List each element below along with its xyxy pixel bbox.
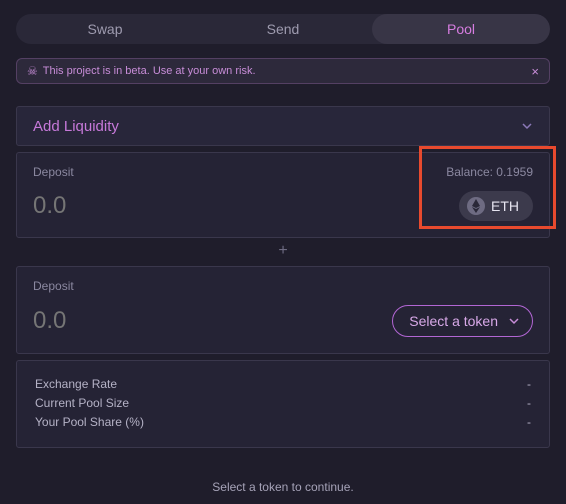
tab-pool[interactable]: Pool xyxy=(372,14,550,44)
chevron-down-icon xyxy=(508,315,520,327)
beta-warning-banner: ☠ This project is in beta. Use at your o… xyxy=(16,58,550,84)
pool-share-label: Your Pool Share (%) xyxy=(35,413,144,432)
exchange-rate-value: - xyxy=(527,375,531,394)
skull-icon: ☠ xyxy=(27,64,38,78)
plus-divider: + xyxy=(16,242,550,260)
deposit-label-1: Deposit xyxy=(33,165,74,179)
mode-tabs: Swap Send Pool xyxy=(16,14,550,44)
pool-info-panel: Exchange Rate - Current Pool Size - Your… xyxy=(16,360,550,448)
token-select-eth[interactable]: ETH xyxy=(459,191,533,221)
select-token-button[interactable]: Select a token xyxy=(392,305,533,337)
banner-text: This project is in beta. Use at your own… xyxy=(43,65,256,77)
eth-icon xyxy=(467,197,485,215)
continue-hint: Select a token to continue. xyxy=(16,480,550,494)
token-symbol: ETH xyxy=(491,198,519,214)
chevron-down-icon xyxy=(521,120,533,132)
pool-size-value: - xyxy=(527,394,531,413)
add-liquidity-header[interactable]: Add Liquidity xyxy=(16,106,550,146)
balance-text: Balance: 0.1959 xyxy=(446,165,533,179)
section-title: Add Liquidity xyxy=(33,118,119,135)
deposit-panel-1: Deposit Balance: 0.1959 ETH xyxy=(16,152,550,238)
amount-input-1[interactable] xyxy=(33,192,233,220)
tab-send[interactable]: Send xyxy=(194,14,372,44)
select-token-label: Select a token xyxy=(409,313,498,329)
amount-input-2[interactable] xyxy=(33,307,233,335)
pool-size-label: Current Pool Size xyxy=(35,394,129,413)
exchange-rate-label: Exchange Rate xyxy=(35,375,117,394)
deposit-panel-2: Deposit Select a token xyxy=(16,266,550,354)
tab-swap[interactable]: Swap xyxy=(16,14,194,44)
deposit-label-2: Deposit xyxy=(33,279,74,293)
pool-share-value: - xyxy=(527,413,531,432)
close-icon[interactable]: × xyxy=(531,64,539,79)
